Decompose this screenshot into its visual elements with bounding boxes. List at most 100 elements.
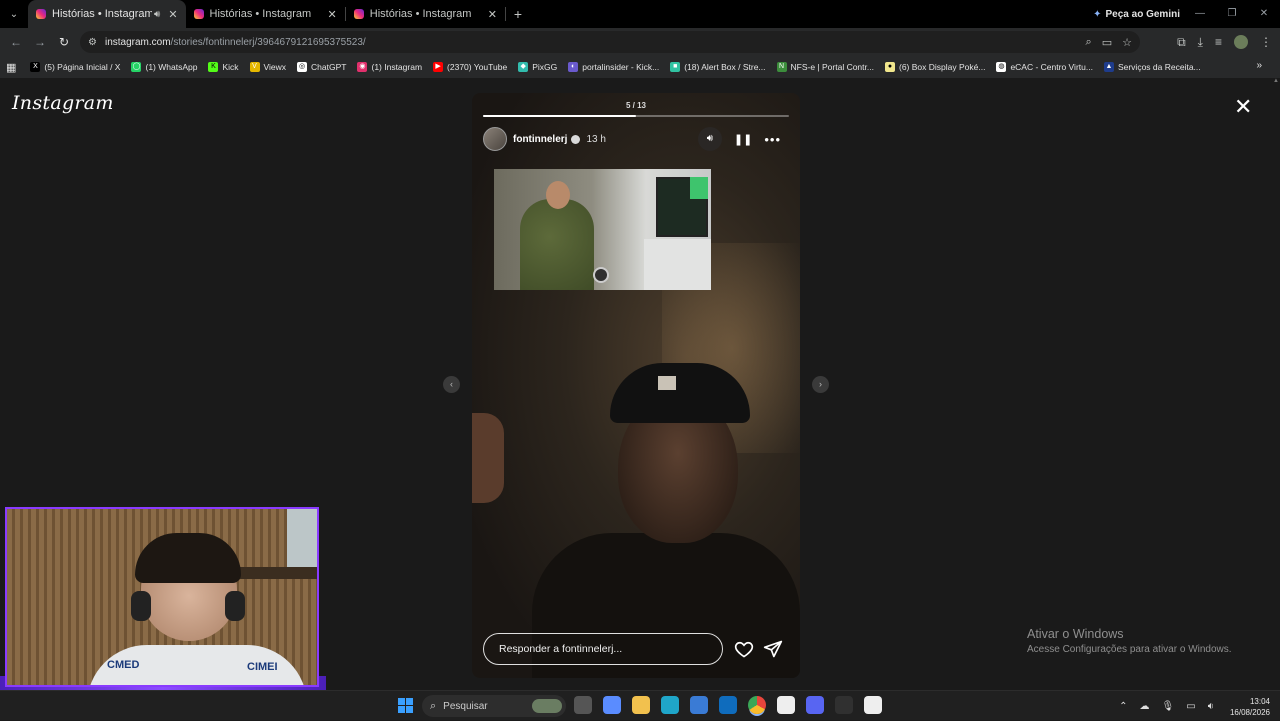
close-icon[interactable]: ✕ xyxy=(1234,94,1252,120)
bookmark-item[interactable]: ■ (18) Alert Box / Stre... xyxy=(670,62,766,72)
zoom-icon[interactable]: ⌕ xyxy=(1086,36,1092,49)
clock-date: 16/08/2026 xyxy=(1229,708,1270,717)
extensions-puzzle-icon[interactable]: ⧉ xyxy=(1177,35,1186,50)
close-tab-icon[interactable]: ✕ xyxy=(328,8,337,21)
more-options-icon[interactable]: ••• xyxy=(764,132,781,147)
scroll-up-icon[interactable]: ▲ xyxy=(1272,78,1280,84)
search-placeholder: Pesquisar xyxy=(443,700,488,712)
bookmark-item[interactable]: ◯ (1) WhatsApp xyxy=(131,62,197,72)
volume-icon[interactable]: 🔊︎ xyxy=(697,127,722,151)
close-tab-icon[interactable]: ✕ xyxy=(488,8,497,21)
story-card[interactable]: 5 / 13 fontinnelerj 13 h 🔊︎ ❚❚ ••• xyxy=(472,93,800,678)
tab-strip: ⌄ Histórias • Instagram 🔊︎ ✕ Histórias •… xyxy=(0,0,1280,28)
bookmark-favicon-icon: ◍ xyxy=(996,62,1007,72)
windows-start-icon[interactable] xyxy=(398,698,413,713)
speaker-icon[interactable]: 🔊︎ xyxy=(154,9,160,20)
bookmark-item[interactable]: ▶ (2370) YouTube xyxy=(433,62,507,72)
bookmark-label: (1) WhatsApp xyxy=(145,62,198,72)
tab-label: Histórias • Instagram xyxy=(369,8,472,20)
new-tab-button[interactable]: + xyxy=(506,6,530,22)
kebab-menu-icon[interactable]: ⋮ xyxy=(1260,35,1272,49)
download-icon[interactable]: ⤓ xyxy=(1198,35,1203,50)
bookmark-favicon-icon: ◯ xyxy=(131,62,142,72)
outlook-icon[interactable] xyxy=(719,696,737,714)
story-controls: 🔊︎ ❚❚ ••• xyxy=(697,127,781,151)
volume-tray-icon[interactable]: 🔉︎ xyxy=(1208,701,1214,712)
search-highlight-image xyxy=(532,699,562,713)
story-username[interactable]: fontinnelerj xyxy=(513,134,567,145)
taskbar-search[interactable]: ⌕ Pesquisar xyxy=(422,695,566,717)
bookmark-item[interactable]: ◎ ChatGPT xyxy=(297,62,346,72)
edge-icon[interactable] xyxy=(661,696,679,714)
capcut-2-icon[interactable] xyxy=(864,696,882,714)
cast-icon[interactable]: ▭ xyxy=(1102,36,1112,49)
bookmark-item[interactable]: ◍ eCAC - Centro Virtu... xyxy=(996,62,1093,72)
tab-search-chevron-icon[interactable]: ⌄ xyxy=(0,0,28,28)
reply-input[interactable] xyxy=(483,633,723,665)
window-controls: — ❐ ✕ xyxy=(1184,0,1280,28)
gemini-label: Peça ao Gemini xyxy=(1105,8,1180,20)
next-story-icon[interactable]: › xyxy=(812,376,829,393)
bookmark-item[interactable]: V Viewx xyxy=(249,62,286,72)
file-explorer-icon[interactable] xyxy=(632,696,650,714)
bookmark-favicon-icon: N xyxy=(776,62,787,72)
taskbar-apps xyxy=(574,696,882,714)
shirt-logo-left: CMED xyxy=(107,659,140,671)
gemini-button[interactable]: ✦ Peça ao Gemini xyxy=(1093,0,1180,28)
user-avatar[interactable] xyxy=(483,127,507,151)
bookmark-item[interactable]: ● (6) Box Display Poké... xyxy=(884,62,985,72)
bookmark-favicon-icon: ■ xyxy=(670,62,681,72)
chrome-icon[interactable] xyxy=(748,696,766,714)
pause-icon[interactable]: ❚❚ xyxy=(734,133,752,146)
address-bar[interactable]: ⚙ instagram.com /stories/fontinnelerj/39… xyxy=(80,31,1140,53)
close-window-icon[interactable]: ✕ xyxy=(1248,0,1280,28)
discord-icon[interactable] xyxy=(806,696,824,714)
bookmark-item[interactable]: ▲ Serviços da Receita... xyxy=(1103,62,1201,72)
tab-2[interactable]: Histórias • Instagram ✕ xyxy=(186,0,345,28)
bookmark-list: X (5) Página Inicial / X ◯ (1) WhatsApp K Kic… xyxy=(30,62,1211,72)
headset-image xyxy=(225,591,245,621)
obs-icon[interactable] xyxy=(835,696,853,714)
instagram-logo[interactable]: Instagram xyxy=(12,92,114,114)
media-control-icon[interactable]: ≡ xyxy=(1215,35,1222,49)
network-icon[interactable]: ☁ xyxy=(1140,701,1150,712)
bookmark-item[interactable]: N NFS-e | Portal Contr... xyxy=(776,62,874,72)
site-info-icon[interactable]: ⚙ xyxy=(88,37,97,48)
microphone-icon[interactable]: 🎙︎ xyxy=(1162,701,1175,712)
search-icon: ⌕ xyxy=(430,699,437,712)
instagram-favicon-icon xyxy=(353,9,364,19)
bookmark-item[interactable]: ◐ portalinsider - Kick... xyxy=(568,62,659,72)
bookmark-item[interactable]: K Kick xyxy=(208,62,239,72)
like-heart-icon[interactable] xyxy=(734,639,754,659)
windows-activation-watermark: Ativar o Windows Acesse Configurações pa… xyxy=(1027,627,1232,655)
bookmark-item[interactable]: X (5) Página Inicial / X xyxy=(30,62,120,72)
tab-label: Histórias • Instagram xyxy=(52,8,152,20)
tab-1[interactable]: Histórias • Instagram 🔊︎ ✕ xyxy=(28,0,186,28)
close-tab-icon[interactable]: ✕ xyxy=(168,8,177,21)
bookmarks-overflow-icon[interactable]: » xyxy=(1256,60,1262,71)
minimize-icon[interactable]: — xyxy=(1184,0,1216,28)
bookmark-star-icon[interactable]: ☆ xyxy=(1122,36,1132,49)
taskbar-clock[interactable]: 13:04 16/08/2026 xyxy=(1230,696,1270,718)
capcut-icon[interactable] xyxy=(777,696,795,714)
page-scrollbar[interactable]: ▲ xyxy=(1272,78,1280,690)
streamer-hair-image xyxy=(135,533,241,583)
activation-title: Ativar o Windows xyxy=(1027,627,1124,641)
task-view-icon[interactable] xyxy=(574,696,592,714)
maximize-icon[interactable]: ❐ xyxy=(1216,0,1248,28)
forward-arrow-icon[interactable]: → xyxy=(28,35,52,49)
reload-icon[interactable]: ↻ xyxy=(52,35,76,49)
bookmark-item[interactable]: ◉ (1) Instagram xyxy=(357,62,422,72)
window-image xyxy=(287,509,317,571)
chevron-up-icon[interactable]: ⌃ xyxy=(1119,701,1127,712)
profile-avatar[interactable] xyxy=(1234,35,1248,49)
back-arrow-icon[interactable]: ← xyxy=(4,35,28,49)
apps-grid-icon[interactable]: ▦ xyxy=(6,61,16,74)
bookmark-item[interactable]: ◆ PixGG xyxy=(518,62,557,72)
previous-story-icon[interactable]: ‹ xyxy=(443,376,460,393)
send-direct-icon[interactable] xyxy=(763,639,783,659)
display-icon[interactable]: ▭ xyxy=(1186,701,1195,712)
tab-3[interactable]: Histórias • Instagram ✕ xyxy=(346,0,505,28)
store-icon[interactable] xyxy=(690,696,708,714)
copilot-icon[interactable] xyxy=(603,696,621,714)
